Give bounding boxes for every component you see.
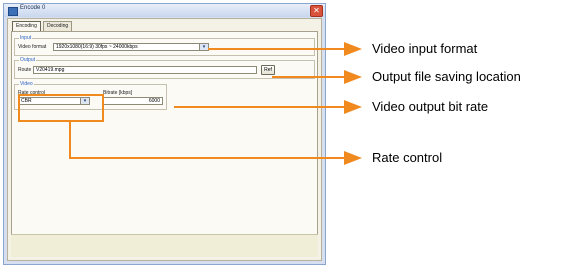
arrowhead-bit-rate (344, 100, 362, 114)
arrowhead-rate-control (344, 151, 362, 165)
annotation-video-input-format: Video input format (372, 41, 478, 56)
annotation-output-file-location: Output file saving location (372, 69, 521, 84)
arrowhead-video-input-format (344, 42, 362, 56)
annotation-rate-control: Rate control (372, 150, 443, 165)
annotation-video-output-bit-rate: Video output bit rate (372, 99, 489, 114)
arrowhead-output-location (344, 70, 362, 84)
annotation-arrows (69, 42, 362, 165)
